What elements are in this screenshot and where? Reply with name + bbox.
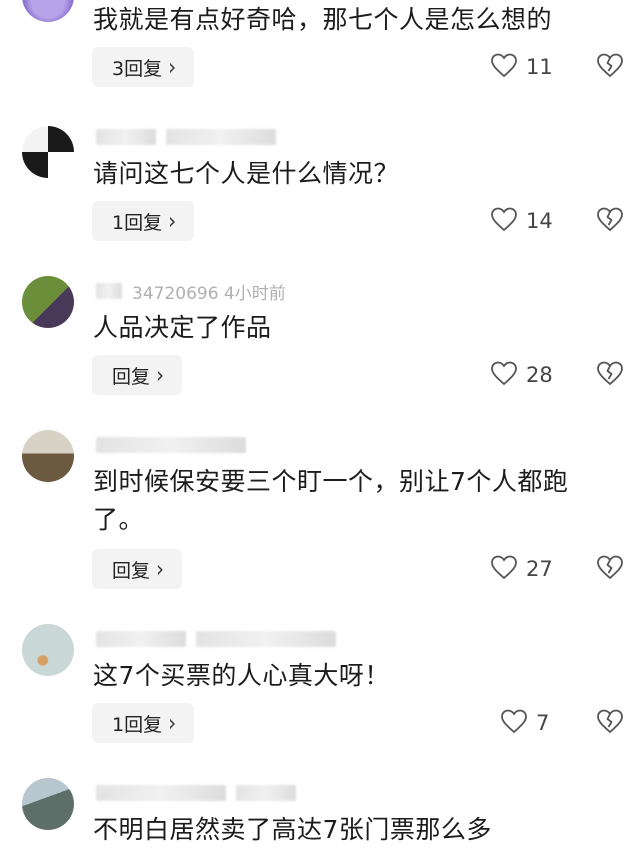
broken-heart-icon <box>596 52 624 82</box>
heart-outline-icon <box>490 206 518 237</box>
avatar[interactable] <box>22 624 74 676</box>
heart-outline-icon <box>490 52 518 83</box>
heart-outline-icon <box>500 708 528 739</box>
heart-outline-icon <box>490 554 518 585</box>
comment-text: 我就是有点好奇哈，那七个人是怎么想的 <box>93 5 553 34</box>
comment-meta: 34720696 4小时前 <box>96 280 286 304</box>
comment-meta <box>96 782 296 804</box>
comment-text: 不明白居然卖了高达7张门票那么多 <box>93 815 492 844</box>
chevron-right-icon: › <box>156 361 165 389</box>
like-button[interactable]: 14 <box>490 201 553 241</box>
broken-heart-icon <box>596 708 624 738</box>
chevron-right-icon: › <box>168 207 177 235</box>
avatar[interactable] <box>22 126 74 178</box>
like-count: 7 <box>536 711 550 735</box>
avatar[interactable] <box>22 276 74 328</box>
like-count: 27 <box>526 557 553 581</box>
reply-label: 3回复 <box>112 57 163 80</box>
chevron-right-icon: › <box>168 53 177 81</box>
like-button[interactable]: 7 <box>500 703 549 743</box>
like-button[interactable]: 11 <box>490 47 553 87</box>
reply-button[interactable]: 回复 › <box>92 549 183 589</box>
comment-meta <box>96 434 246 456</box>
like-count: 28 <box>526 363 553 387</box>
reply-label: 1回复 <box>112 211 163 234</box>
broken-heart-icon <box>596 554 624 584</box>
reply-button[interactable]: 回复 › <box>92 355 183 395</box>
reply-label: 回复 <box>112 559 151 582</box>
avatar[interactable] <box>22 778 74 830</box>
comment-text: 人品决定了作品 <box>93 313 272 342</box>
reply-label: 1回复 <box>112 713 163 736</box>
dislike-button[interactable] <box>596 355 626 395</box>
reply-button[interactable]: 1回复 › <box>92 703 195 743</box>
comment-meta <box>96 628 336 650</box>
like-button[interactable]: 28 <box>490 355 553 395</box>
comment-text: 这7个买票的人心真大呀！ <box>93 661 390 690</box>
dislike-button[interactable] <box>596 549 626 589</box>
broken-heart-icon <box>596 360 624 390</box>
dislike-button[interactable] <box>596 201 626 241</box>
broken-heart-icon <box>596 206 624 236</box>
chevron-right-icon: › <box>168 709 177 737</box>
chevron-right-icon: › <box>156 555 165 583</box>
avatar[interactable] <box>22 430 74 482</box>
comment-text: 请问这七个人是什么情况？ <box>93 159 400 188</box>
heart-outline-icon <box>490 360 518 391</box>
like-count: 14 <box>526 209 553 233</box>
like-button[interactable]: 27 <box>490 549 553 589</box>
dislike-button[interactable] <box>596 47 626 87</box>
reply-label: 回复 <box>112 365 151 388</box>
reply-button[interactable]: 1回复 › <box>92 201 195 241</box>
avatar[interactable] <box>22 0 74 22</box>
comment-meta-text: 34720696 4小时前 <box>132 283 286 304</box>
comment-text: 到时候保安要三个盯一个，别让7个人都跑了。 <box>93 467 569 534</box>
like-count: 11 <box>526 55 553 79</box>
comment-meta <box>96 126 276 148</box>
dislike-button[interactable] <box>596 703 626 743</box>
reply-button[interactable]: 3回复 › <box>92 47 195 87</box>
